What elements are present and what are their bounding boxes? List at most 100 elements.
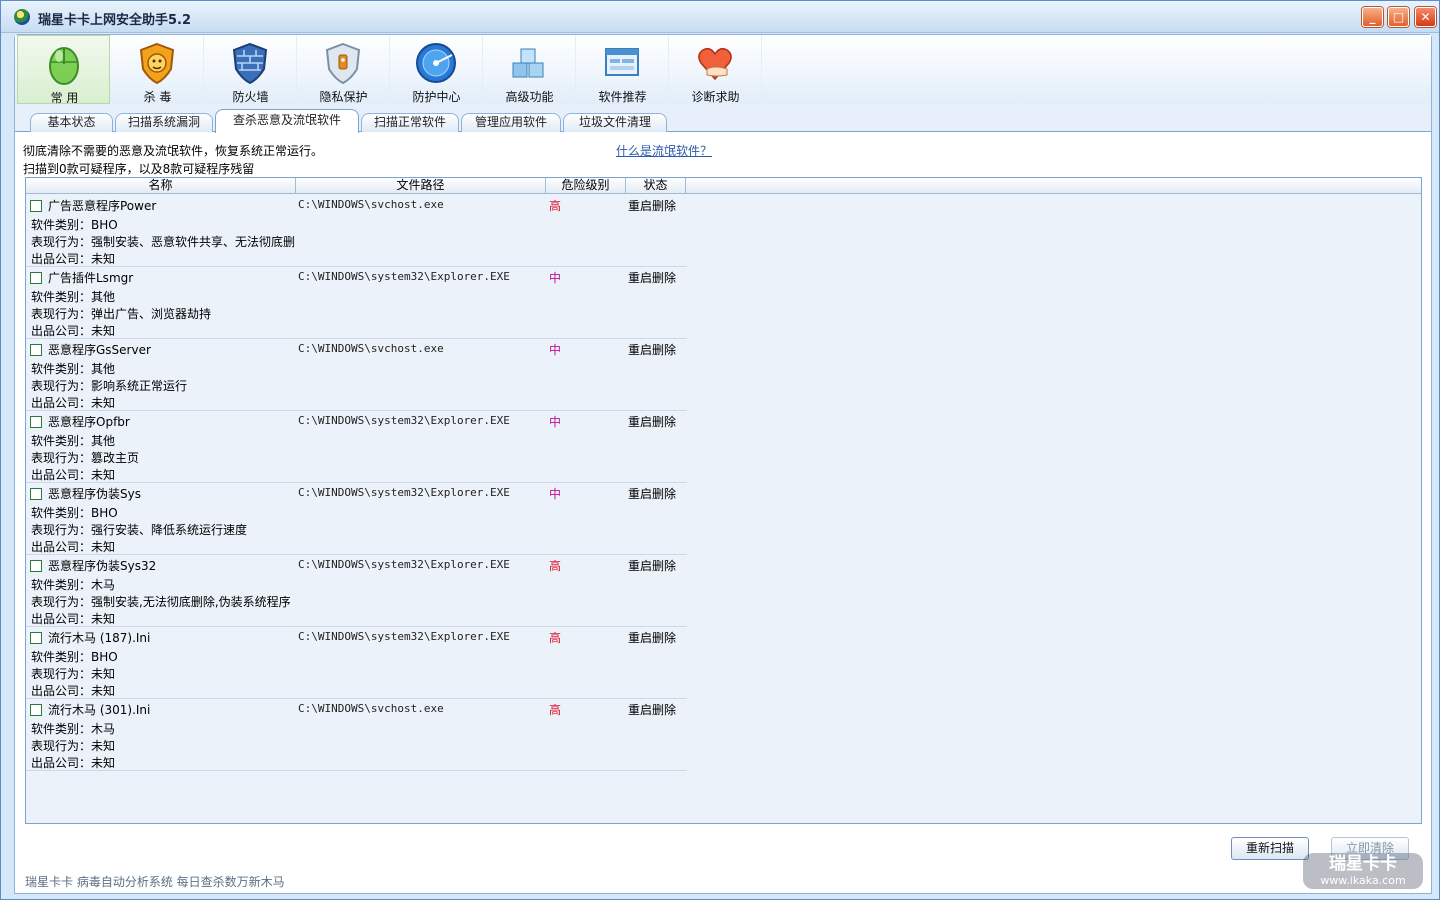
row-checkbox[interactable] [30,200,42,212]
table-row[interactable]: 流行木马 (301).Ini C:\WINDOWS\svchost.exe 高 重启删… [26,699,687,771]
tool-common[interactable]: 常 用 [17,35,110,105]
scan-summary: 扫描到0款可疑程序，以及8款可疑程序残留 [23,162,255,176]
row-name: 广告插件Lsmgr [48,271,134,285]
row-risk-level: 高 [549,703,562,717]
row-company: 出品公司：未知 [31,396,116,410]
close-button[interactable]: ✕ [1415,7,1436,27]
table-row[interactable]: 流行木马 (187).Ini C:\WINDOWS\system32\Explor… [26,627,687,699]
firewall-shield-icon [232,42,268,85]
column-header-name[interactable]: 名称 [26,178,296,194]
tool-label: 软件推荐 [598,90,647,104]
row-company: 出品公司：未知 [31,252,116,266]
row-type: 软件类别：BHO [31,506,118,520]
row-checkbox[interactable] [30,560,42,572]
footer-text: 瑞星卡卡 病毒自动分析系统 每日查杀数万新木马 [25,875,285,889]
row-type: 软件类别：其他 [31,362,116,376]
row-path: C:\WINDOWS\svchost.exe [298,198,444,211]
row-company: 出品公司：未知 [31,468,116,482]
watermark-brand: 瑞星卡卡 [1329,854,1397,874]
mouse-icon [48,47,79,85]
row-path: C:\WINDOWS\system32\Explorer.EXE [298,270,510,283]
row-checkbox[interactable] [30,704,42,716]
row-behavior: 表现行为：未知 [31,667,116,681]
row-path: C:\WINDOWS\system32\Explorer.EXE [298,558,510,571]
main-toolbar: 常 用 杀 毒 防火墙 隐私保护 防护中心 高级功能 软件推荐 诊断求助 [15,35,1431,105]
tool-label: 诊断求助 [691,90,740,104]
table-row[interactable]: 广告恶意程序Power C:\WINDOWS\svchost.exe 高 重启删除 软件… [26,195,687,267]
row-checkbox[interactable] [30,344,42,356]
row-behavior: 表现行为：强制安装,无法彻底删除,伪装系统程序 [31,595,291,609]
row-name: 恶意程序Opfbr [48,415,130,429]
page-description: 彻底清除不需要的恶意及流氓软件，恢复系统正常运行。 [23,144,324,158]
row-checkbox[interactable] [30,272,42,284]
tab-malware-removal[interactable]: 查杀恶意及流氓软件 [215,109,359,133]
tab-basic-status[interactable]: 基本状态 [30,113,113,132]
row-type: 软件类别：木马 [31,722,116,736]
row-checkbox[interactable] [30,416,42,428]
tool-software-recommend[interactable]: 软件推荐 [576,35,669,104]
row-status: 重启删除 [628,487,677,501]
row-checkbox[interactable] [30,488,42,500]
table-row[interactable]: 广告插件Lsmgr C:\WINDOWS\system32\Explorer.EX… [26,267,687,339]
table-row[interactable]: 恶意程序伪装Sys32 C:\WINDOWS\system32\Explorer.… [26,555,687,627]
minimize-button[interactable]: _ [1362,7,1383,27]
tab-junk-cleanup[interactable]: 垃圾文件清理 [563,113,667,132]
tool-protection-center[interactable]: 防护中心 [390,35,483,104]
row-risk-level: 高 [549,559,562,573]
watermark-url: www.ikaka.com [1320,874,1406,887]
tool-label: 高级功能 [505,90,554,104]
table-row[interactable]: 恶意程序Opfbr C:\WINDOWS\system32\Explorer.EX… [26,411,687,483]
threat-list: 名称 文件路径 危险级别 状态 广告恶意程序Power C:\WINDOWS\sv… [25,177,1422,824]
row-name: 流行木马 (301).Ini [48,703,151,717]
row-status: 重启删除 [628,415,677,429]
row-type: 软件类别：BHO [31,650,118,664]
table-row[interactable]: 恶意程序GsServer C:\WINDOWS\svchost.exe 中 重启删除软… [26,339,687,411]
row-name: 恶意程序伪装Sys [48,487,141,501]
tool-diagnose-help[interactable]: 诊断求助 [669,35,762,104]
row-checkbox[interactable] [30,632,42,644]
tool-privacy[interactable]: 隐私保护 [297,35,390,104]
row-type: 软件类别：其他 [31,434,116,448]
row-risk-level: 中 [549,271,562,285]
title-bar: 瑞星卡卡上网安全助手5.2 _ □ ✕ [1,1,1439,33]
tab-scan-vulnerabilities[interactable]: 扫描系统漏洞 [115,113,213,132]
rescan-button[interactable]: 重新扫描 [1231,837,1309,860]
row-status: 重启删除 [628,343,677,357]
what-is-rogue-software-link[interactable]: 什么是流氓软件？ [616,142,712,159]
window-title: 瑞星卡卡上网安全助手5.2 [38,13,192,28]
app-logo-icon [14,9,30,25]
tool-firewall[interactable]: 防火墙 [204,35,297,104]
row-company: 出品公司：未知 [31,756,116,770]
row-status: 重启删除 [628,271,677,285]
row-path: C:\WINDOWS\svchost.exe [298,702,444,715]
row-status: 重启删除 [628,631,677,645]
row-name: 恶意程序伪装Sys32 [48,559,157,573]
tool-label: 隐私保护 [319,90,368,104]
row-behavior: 表现行为：强制安装、恶意软件共享、无法彻底删 [31,235,296,249]
column-header-risk[interactable]: 危险级别 [546,178,626,194]
row-company: 出品公司：未知 [31,540,116,554]
row-path: C:\WINDOWS\system32\Explorer.EXE [298,486,510,499]
table-row[interactable]: 恶意程序伪装Sys C:\WINDOWS\system32\Explorer.EX… [26,483,687,555]
row-path: C:\WINDOWS\system32\Explorer.EXE [298,414,510,427]
row-type: 软件类别：木马 [31,578,116,592]
column-header-path[interactable]: 文件路径 [296,178,546,194]
row-risk-level: 中 [549,415,562,429]
tab-manage-apps[interactable]: 管理应用软件 [461,113,561,132]
app-window: 瑞星卡卡上网安全助手5.2 _ □ ✕ 常 用 杀 毒 防火墙 隐私保护 防护中… [0,0,1440,900]
row-status: 重启删除 [628,703,677,717]
tool-advanced[interactable]: 高级功能 [483,35,576,104]
column-header-status[interactable]: 状态 [626,178,686,194]
tab-bar: 基本状态 扫描系统漏洞 查杀恶意及流氓软件 扫描正常软件 管理应用软件 垃圾文件… [15,104,1431,133]
row-name: 广告恶意程序Power [48,199,157,213]
heart-hand-icon [698,47,732,81]
maximize-button[interactable]: □ [1388,7,1409,27]
row-type: 软件类别：其他 [31,290,116,304]
tab-scan-normal-software[interactable]: 扫描正常软件 [361,113,459,132]
row-type: 软件类别：BHO [31,218,118,232]
tool-label: 杀 毒 [143,90,172,104]
row-behavior: 表现行为：影响系统正常运行 [31,379,188,393]
tool-antivirus[interactable]: 杀 毒 [111,35,204,104]
row-name: 流行木马 (187).Ini [48,631,151,645]
row-behavior: 表现行为：未知 [31,739,116,753]
